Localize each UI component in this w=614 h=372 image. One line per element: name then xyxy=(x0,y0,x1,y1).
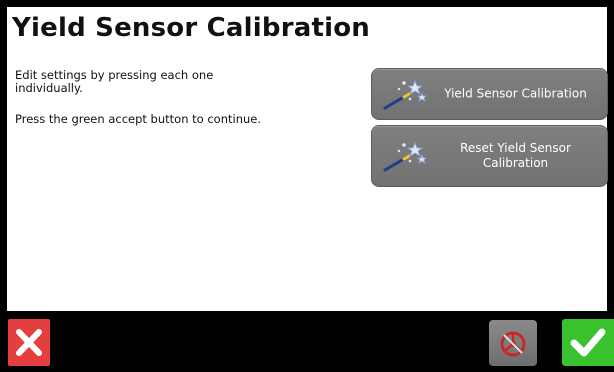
wand-icon xyxy=(382,77,428,111)
screen-frame: Yield Sensor Calibration Edit settings b… xyxy=(0,0,614,372)
steering-button[interactable] xyxy=(489,320,537,366)
steering-wheel-disabled-icon xyxy=(489,320,537,366)
yield-sensor-calibration-label: Yield Sensor Calibration xyxy=(444,86,587,101)
page-title: Yield Sensor Calibration xyxy=(12,13,370,43)
instruction-text-edit: Edit settings by pressing each one indiv… xyxy=(15,68,214,95)
instruction-text-accept: Press the green accept button to continu… xyxy=(15,112,261,126)
accept-button[interactable] xyxy=(562,319,614,366)
wand-icon xyxy=(382,139,428,173)
checkmark-icon xyxy=(562,319,614,366)
yield-sensor-calibration-button[interactable]: Yield Sensor Calibration xyxy=(371,68,608,120)
cancel-button[interactable] xyxy=(8,319,50,366)
reset-yield-sensor-calibration-label: Reset Yield Sensor Calibration xyxy=(460,141,571,170)
content-panel: Yield Sensor Calibration Edit settings b… xyxy=(7,7,608,311)
close-icon xyxy=(8,319,50,366)
reset-yield-sensor-calibration-button[interactable]: Reset Yield Sensor Calibration xyxy=(371,125,608,187)
